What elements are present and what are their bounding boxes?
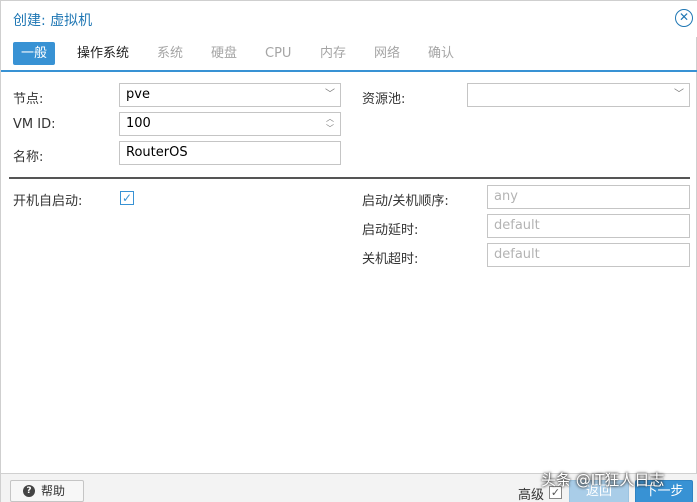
watermark: 头条 @IT狂人日志 <box>541 471 665 489</box>
startup-delay-label: 启动延时: <box>362 223 419 238</box>
help-button[interactable]: ? 帮助 <box>10 480 84 502</box>
startup-order-placeholder: any <box>494 189 518 204</box>
create-vm-dialog: 创建: 虚拟机 ✕ 一般 操作系统 系统 硬盘 CPU 内存 网络 确认 节点:… <box>0 0 697 502</box>
startup-order-label: 启动/关机顺序: <box>362 194 449 209</box>
tab-system: 系统 <box>157 46 184 61</box>
spinner-arrows-icon[interactable]: ︿ ﹀ <box>324 114 336 134</box>
pool-label: 资源池: <box>362 92 406 107</box>
title-bar: 创建: 虚拟机 ✕ <box>1 1 697 37</box>
shutdown-timeout-label: 关机超时: <box>362 252 419 267</box>
question-icon: ? <box>23 485 35 497</box>
pool-select[interactable]: ﹀ <box>467 83 690 107</box>
tab-memory: 内存 <box>320 46 347 61</box>
tab-general[interactable]: 一般 <box>13 42 56 65</box>
wizard-tabs: 一般 操作系统 系统 硬盘 CPU 内存 网络 确认 <box>1 39 697 69</box>
shutdown-timeout-input[interactable]: default <box>487 243 690 267</box>
help-button-label: 帮助 <box>41 484 66 498</box>
vmid-value: 100 <box>126 116 151 131</box>
dialog-title: 创建: 虚拟机 <box>13 13 93 29</box>
startup-order-input[interactable]: any <box>487 185 690 209</box>
node-select[interactable]: pve ﹀ <box>119 83 341 107</box>
vmid-label: VM ID: <box>13 117 56 132</box>
section-divider <box>9 177 690 179</box>
node-label: 节点: <box>13 92 44 107</box>
chevron-down-icon: ﹀ <box>674 89 684 100</box>
startup-delay-placeholder: default <box>494 218 540 233</box>
tab-underline <box>1 70 697 72</box>
vmid-spinner[interactable]: 100 ︿ ﹀ <box>119 112 341 136</box>
close-icon[interactable]: ✕ <box>675 9 693 27</box>
name-value: RouterOS <box>126 145 188 160</box>
tab-confirm: 确认 <box>428 46 455 61</box>
node-value: pve <box>126 87 150 102</box>
tab-os[interactable]: 操作系统 <box>69 42 137 65</box>
tab-disk: 硬盘 <box>211 46 238 61</box>
name-label: 名称: <box>13 150 44 165</box>
chevron-down-icon: ﹀ <box>325 89 335 100</box>
tab-cpu: CPU <box>265 46 292 61</box>
onboot-label: 开机自启动: <box>13 194 83 209</box>
shutdown-timeout-placeholder: default <box>494 247 540 262</box>
onboot-checkbox[interactable]: ✓ <box>120 191 134 205</box>
tab-network: 网络 <box>374 46 401 61</box>
startup-delay-input[interactable]: default <box>487 214 690 238</box>
name-input[interactable]: RouterOS <box>119 141 341 165</box>
